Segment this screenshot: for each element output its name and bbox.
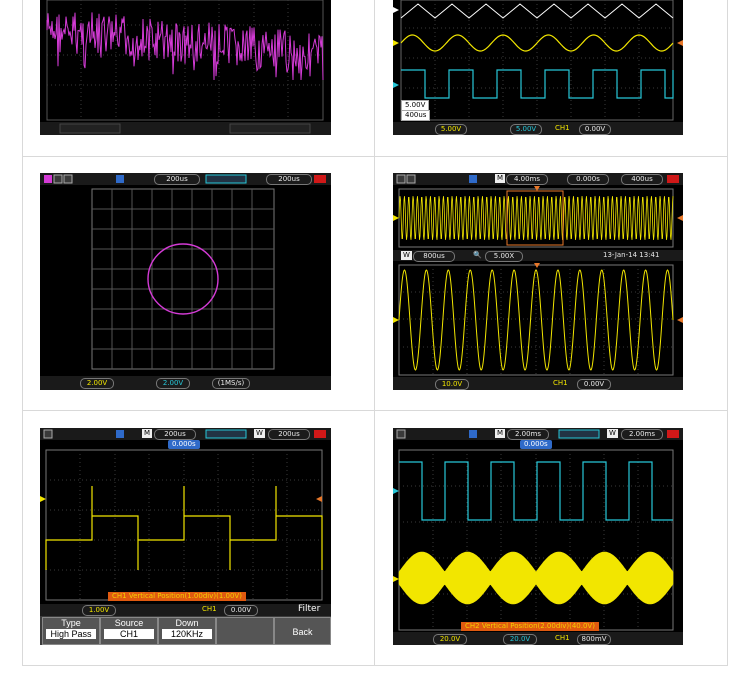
timebase-pattern-icon xyxy=(205,429,247,439)
menu-down-button[interactable]: Down 120KHz xyxy=(158,617,216,645)
trigger-position-readout: 0.000s xyxy=(520,440,552,449)
zoom-factor-readout: 5.00X xyxy=(485,251,523,262)
sample-rate-readout: (1MS/s) xyxy=(212,378,250,389)
ch1-marker-icon-2 xyxy=(393,317,399,323)
run-stop-icon xyxy=(667,430,679,438)
run-stop-icon xyxy=(314,175,326,183)
trigger-position-readout: 0.000s xyxy=(567,174,609,185)
datetime-readout: 13-Jan-14 13:41 xyxy=(603,251,660,259)
scope-screen-zoom: M 4.00ms 0.000s 400us W 800us 🔍 5.00X 13… xyxy=(393,173,683,390)
ch2-volt-readout: 2.00V xyxy=(156,378,190,389)
window-time-readout: 200us xyxy=(268,429,310,440)
measure-icon xyxy=(63,174,73,184)
menu-source-label: Source xyxy=(114,618,144,628)
math-icon xyxy=(396,174,406,184)
mode-indicator: M xyxy=(495,429,506,438)
scope-screen-xy: 200us 200us 2.00V 2.00V (1MS/s) xyxy=(40,173,331,390)
scope-screen-fft xyxy=(40,0,331,135)
scope-screen-multi: 5.00V 400us 5.00V 5.00V CH1 0.00V xyxy=(393,0,683,135)
ch1-marker-icon xyxy=(393,215,399,221)
xy-display xyxy=(40,173,331,390)
trigger-source: CH1 xyxy=(555,634,570,642)
mode-indicator: M xyxy=(142,429,153,438)
fft-display xyxy=(40,0,331,135)
window-label: W xyxy=(401,251,412,260)
menu-down-value: 120KHz xyxy=(162,629,212,639)
trigger-level-readout: 800mV xyxy=(577,634,611,645)
trigger-position-readout: 0.000s xyxy=(168,440,200,449)
scope-screen-am: M 2.00ms W 2.00ms 0.000s CH2 Vertical Po… xyxy=(393,428,683,645)
trigger-level-marker-icon xyxy=(677,215,683,221)
ch2-volt-readout: 20.0V xyxy=(503,634,537,645)
trigger-level-readout: 0.00V xyxy=(577,379,611,390)
cursor-icon xyxy=(53,174,63,184)
row-divider-1 xyxy=(22,156,728,157)
save-icon xyxy=(116,175,124,183)
scope-screen-filter: M 200us W 200us 0.000s CH1 Vertical Posi… xyxy=(40,428,331,645)
save-icon xyxy=(469,175,477,183)
timebase-readout: 4.00ms xyxy=(506,174,548,185)
window-time-readout: 2.00ms xyxy=(621,429,663,440)
ch2-marker-icon xyxy=(393,488,399,494)
ch1-volt-readout: 5.00V xyxy=(435,124,467,135)
status-message: CH2 Vertical Position(2.00div)(40.0V) xyxy=(461,622,599,631)
cursor-icon xyxy=(406,174,416,184)
ch1-marker-icon xyxy=(40,496,46,502)
window-label: W xyxy=(607,429,618,438)
am-display xyxy=(393,428,683,645)
row-divider-2 xyxy=(22,410,728,411)
menu-source-button[interactable]: Source CH1 xyxy=(100,617,158,645)
window-time-readout: 800us xyxy=(413,251,455,262)
trigger-source: CH1 xyxy=(555,124,570,132)
save-icon xyxy=(469,430,477,438)
timebase-pattern-icon xyxy=(558,429,600,439)
trigger-source: CH1 xyxy=(202,605,217,613)
trigger-level-marker-icon-2 xyxy=(677,317,683,323)
zoom-icon: 🔍 xyxy=(473,251,482,259)
time-scale-box: 400us xyxy=(401,110,431,121)
ch1-volt-readout: 20.0V xyxy=(433,634,467,645)
trigger-level-readout: 0.00V xyxy=(579,124,611,135)
menu-type-value: High Pass xyxy=(46,629,96,639)
menu-empty-button[interactable] xyxy=(216,617,274,645)
timebase-pattern-icon xyxy=(205,174,247,184)
ch1-volt-readout: 10.0V xyxy=(435,379,469,390)
menu-down-label: Down xyxy=(175,618,199,628)
top-time-readout-2: 200us xyxy=(266,174,312,185)
menu-type-label: Type xyxy=(61,618,81,628)
ch1-marker-icon xyxy=(393,40,399,46)
menu-type-button[interactable]: Type High Pass xyxy=(42,617,100,645)
status-message: CH1 Vertical Position(1.00div)(1.00V) xyxy=(108,592,246,601)
ch2-volt-readout: 5.00V xyxy=(510,124,542,135)
ch1-volt-readout: 1.00V xyxy=(82,605,116,616)
trigger-source: CH1 xyxy=(553,379,568,387)
window-time-readout-top: 400us xyxy=(621,174,663,185)
math-icon xyxy=(396,429,406,439)
run-stop-icon xyxy=(667,175,679,183)
trigger-level-marker-icon xyxy=(677,40,683,46)
top-time-readout: 200us xyxy=(154,174,200,185)
menu-source-value: CH1 xyxy=(104,629,154,639)
save-icon xyxy=(116,430,124,438)
multi-waveform-display xyxy=(393,0,683,135)
ch1-volt-readout: 2.00V xyxy=(80,378,114,389)
run-stop-icon xyxy=(314,430,326,438)
mode-indicator: M xyxy=(495,174,506,183)
ch1-marker-icon xyxy=(393,576,399,582)
back-button[interactable]: Back xyxy=(274,617,331,645)
menu-title: Filter xyxy=(298,604,321,614)
timebase-readout: 200us xyxy=(154,429,196,440)
math-icon xyxy=(43,429,53,439)
ref-marker-icon xyxy=(393,7,399,13)
column-divider xyxy=(374,0,375,666)
trigger-level-readout: 0.00V xyxy=(224,605,258,616)
zoom-display xyxy=(393,173,683,390)
ch2-marker-icon xyxy=(393,82,399,88)
window-label: W xyxy=(254,429,265,438)
timebase-readout: 2.00ms xyxy=(507,429,549,440)
math-icon xyxy=(44,175,52,183)
